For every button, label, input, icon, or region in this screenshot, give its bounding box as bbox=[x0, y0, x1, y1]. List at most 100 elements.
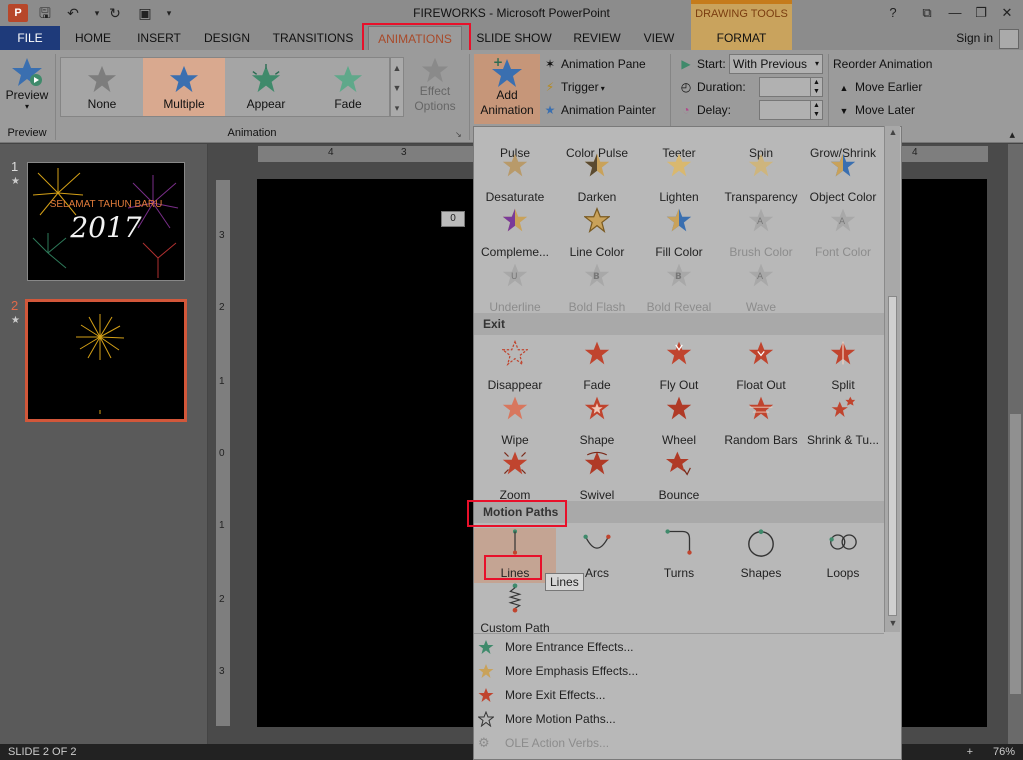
tab-home[interactable]: HOME bbox=[68, 26, 118, 50]
effect-shape[interactable]: Shape bbox=[556, 395, 638, 450]
more-entrance-effects-link[interactable]: More Entrance Effects... bbox=[474, 635, 884, 659]
user-avatar-icon[interactable] bbox=[999, 29, 1019, 49]
effect-swivel[interactable]: Swivel bbox=[556, 450, 638, 505]
motion-path-turns[interactable]: Turns bbox=[638, 528, 720, 583]
ribbon-display-options-icon[interactable]: ⧉ bbox=[916, 3, 938, 23]
more-exit-effects-link[interactable]: More Exit Effects... bbox=[474, 683, 884, 707]
effect-shrink-and-turn[interactable]: Shrink & Tu... bbox=[802, 395, 884, 450]
tab-insert[interactable]: INSERT bbox=[132, 26, 186, 50]
motion-path-lines[interactable]: Lines bbox=[474, 528, 556, 583]
gallery-item-appear[interactable]: Appear bbox=[225, 58, 307, 116]
slide-thumbnail-2[interactable] bbox=[25, 299, 187, 422]
slide-number: 2 bbox=[11, 298, 19, 313]
effect-transparency[interactable]: Transparency bbox=[720, 152, 802, 207]
gallery-scroll-up-icon[interactable]: ▲ bbox=[391, 58, 403, 78]
effect-wheel[interactable]: Wheel bbox=[638, 395, 720, 450]
tab-design[interactable]: DESIGN bbox=[200, 26, 254, 50]
motion-path-shapes[interactable]: Shapes bbox=[720, 528, 802, 583]
sign-in-link[interactable]: Sign in bbox=[956, 26, 993, 50]
effect-float-out[interactable]: Float Out bbox=[720, 340, 802, 395]
gallery-more-icon[interactable]: ▾ bbox=[391, 98, 403, 118]
tab-review[interactable]: REVIEW bbox=[568, 26, 626, 50]
effect-line-color[interactable]: Line Color bbox=[556, 207, 638, 262]
effect-zoom[interactable]: Zoom bbox=[474, 450, 556, 505]
effect-fly-out[interactable]: Fly Out bbox=[638, 340, 720, 395]
effect-wipe[interactable]: Wipe bbox=[474, 395, 556, 450]
dropdown-scroll-up-icon[interactable]: ▲ bbox=[885, 127, 901, 137]
gallery-scroll-down-icon[interactable]: ▼ bbox=[391, 78, 403, 98]
effect-label: Disappear bbox=[487, 378, 543, 392]
wipe-star-icon bbox=[502, 396, 528, 420]
effect-random-bars[interactable]: Random Bars bbox=[720, 395, 802, 450]
effect-options-button[interactable]: Effect Options bbox=[410, 56, 460, 114]
effect-label: Wipe bbox=[501, 433, 529, 447]
ole-action-verbs-link[interactable]: ⚙ OLE Action Verbs... bbox=[474, 731, 884, 755]
more-emphasis-effects-link[interactable]: More Emphasis Effects... bbox=[474, 659, 884, 683]
ruler-number: 3 bbox=[219, 666, 225, 677]
move-earlier-button[interactable]: ▲ Move Earlier bbox=[836, 77, 923, 97]
gallery-item-fade[interactable]: Fade bbox=[307, 58, 389, 116]
animation-pane-button[interactable]: ✶ Animation Pane bbox=[542, 54, 646, 74]
dropdown-scrollbar[interactable]: ▲ ▼ bbox=[884, 126, 900, 632]
duration-spinner[interactable]: ▲ ▼ bbox=[810, 78, 822, 96]
menu-separator bbox=[474, 633, 884, 634]
start-label-row: ▶ Start: bbox=[678, 54, 725, 74]
effect-lighten[interactable]: Lighten bbox=[638, 152, 720, 207]
zoom-level[interactable]: 76% bbox=[993, 744, 1015, 760]
float-out-star-icon bbox=[748, 341, 774, 365]
effect-object-color[interactable]: Object Color bbox=[802, 152, 884, 207]
shape-star-icon bbox=[584, 396, 610, 420]
effect-label: Bounce bbox=[658, 488, 700, 502]
tab-transitions[interactable]: TRANSITIONS bbox=[268, 26, 358, 50]
effect-disappear[interactable]: Disappear bbox=[474, 340, 556, 395]
effect-font-color[interactable]: A Font Color bbox=[802, 207, 884, 262]
dropdown-scroll-down-icon[interactable]: ▼ bbox=[885, 618, 901, 628]
effect-wave[interactable]: A Wave bbox=[720, 262, 802, 317]
close-button[interactable]: ✕ bbox=[996, 3, 1018, 23]
duration-input[interactable]: ▲ ▼ bbox=[759, 77, 823, 97]
dropdown-scroll-thumb[interactable] bbox=[888, 296, 897, 616]
wave-star-icon: A bbox=[748, 263, 774, 287]
multiple-star-icon bbox=[169, 65, 199, 93]
ruler-number: 2 bbox=[219, 594, 225, 605]
effect-split[interactable]: Split bbox=[802, 340, 884, 395]
help-icon[interactable]: ? bbox=[882, 3, 904, 23]
zoom-in-button[interactable]: + bbox=[967, 744, 973, 760]
restore-button[interactable]: ❐ bbox=[970, 3, 992, 23]
collapse-ribbon-icon[interactable]: ▴ bbox=[1009, 128, 1015, 141]
slide-thumbnail-1[interactable]: SELAMAT TAHUN BARU 2017 bbox=[27, 162, 185, 281]
tab-view[interactable]: VIEW bbox=[636, 26, 682, 50]
effect-fill-color[interactable]: Fill Color bbox=[638, 207, 720, 262]
minimize-button[interactable]: — bbox=[944, 3, 966, 23]
preview-button[interactable]: Preview ▾ bbox=[4, 56, 50, 111]
effect-underline[interactable]: U Underline bbox=[474, 262, 556, 317]
effect-brush-color[interactable]: A Brush Color bbox=[720, 207, 802, 262]
gallery-item-none[interactable]: None bbox=[61, 58, 143, 116]
tab-format[interactable]: FORMAT bbox=[691, 26, 792, 50]
svg-text:+: + bbox=[493, 56, 503, 69]
more-motion-paths-link[interactable]: More Motion Paths... bbox=[474, 707, 884, 731]
effect-fade-exit[interactable]: Fade bbox=[556, 340, 638, 395]
tab-animations[interactable]: ANIMATIONS bbox=[368, 26, 462, 50]
effect-darken[interactable]: Darken bbox=[556, 152, 638, 207]
darken-star-icon bbox=[584, 153, 610, 177]
add-animation-star-icon: + bbox=[492, 56, 522, 87]
effect-complementary-color[interactable]: Compleme... bbox=[474, 207, 556, 262]
animation-order-tag[interactable]: 0 bbox=[441, 211, 465, 227]
tab-file[interactable]: FILE bbox=[0, 26, 60, 50]
effect-bounce[interactable]: Bounce bbox=[638, 450, 720, 505]
effect-bold-flash[interactable]: B Bold Flash bbox=[556, 262, 638, 317]
start-select[interactable]: With Previous ▾ bbox=[729, 54, 823, 74]
editor-vertical-scrollbar[interactable] bbox=[1008, 144, 1023, 744]
vertical-ruler: 3 2 1 0 1 2 3 bbox=[216, 180, 230, 726]
motion-path-loops[interactable]: Loops bbox=[802, 528, 884, 583]
effect-bold-reveal[interactable]: B Bold Reveal bbox=[638, 262, 720, 317]
trigger-button[interactable]: ⚡ Trigger ▾ bbox=[542, 77, 605, 97]
tab-slide-show[interactable]: SLIDE SHOW bbox=[472, 26, 556, 50]
motion-path-custom[interactable]: Custom Path bbox=[474, 583, 556, 638]
preview-group-label: Preview bbox=[7, 127, 47, 139]
effect-desaturate[interactable]: Desaturate bbox=[474, 152, 556, 207]
gallery-item-multiple[interactable]: Multiple bbox=[143, 58, 225, 116]
editor-scroll-thumb[interactable] bbox=[1010, 414, 1021, 694]
animation-dialog-launcher-icon[interactable]: ↘ bbox=[455, 130, 462, 139]
